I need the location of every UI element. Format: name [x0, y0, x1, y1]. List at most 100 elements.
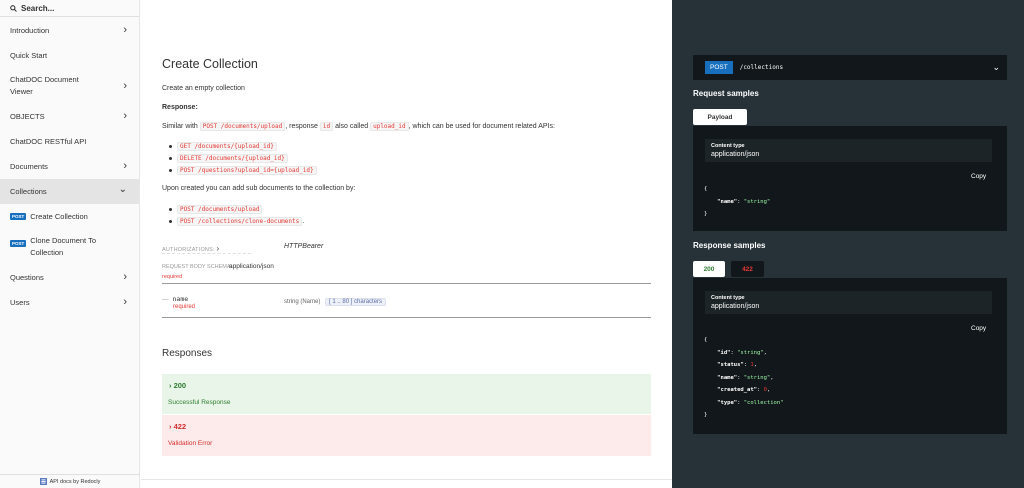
request-code-box: Content type application/json Copy { "na… — [693, 126, 1007, 231]
endpoint-path: /collections — [739, 64, 784, 71]
field-required: required — [173, 304, 196, 310]
json-key: "created_at" — [717, 387, 757, 393]
chevron-right-icon: › — [123, 160, 127, 172]
sidebar-item-label: Documents — [10, 162, 48, 171]
response-code: › 422 — [169, 422, 186, 431]
divider — [141, 479, 672, 480]
sidebar-item-label: Quick Start — [10, 51, 48, 60]
sidebar-item-restful-api[interactable]: ChatDOC RESTful API — [0, 129, 139, 154]
sidebar-item-users[interactable]: Users › — [0, 290, 139, 315]
chevron-right-icon: › — [123, 296, 127, 308]
list-item: POST /questions?upload_id={upload_id} — [169, 164, 317, 176]
response-samples-title: Response samples — [693, 241, 766, 250]
field-range: [ 1 .. 80 ] characters — [325, 298, 387, 306]
sidebar-item-label: Users — [10, 298, 30, 307]
sidebar-item-label: ChatDOC Document Viewer — [10, 75, 79, 96]
sidebar-subitem-label: Clone Document To Collection — [30, 236, 96, 257]
tab-payload[interactable]: Payload — [693, 109, 747, 125]
response-200[interactable]: › 200 Successful Response — [162, 374, 651, 414]
json-value: "collection" — [743, 399, 784, 406]
search-input[interactable]: Search... — [21, 4, 54, 13]
authorizations-value: HTTPBearer — [284, 243, 324, 250]
copy-button[interactable]: Copy — [971, 173, 986, 180]
inline-code: upload_id — [370, 122, 409, 131]
sidebar: Search... Introduction › Quick Start Cha… — [0, 0, 140, 488]
redocly-footer-link[interactable]: API docs by Redocly — [0, 474, 140, 488]
json-key: "name" — [717, 374, 738, 381]
divider — [162, 253, 251, 254]
sidebar-item-label: Questions — [10, 273, 44, 282]
sidebar-item-introduction[interactable]: Introduction › — [0, 18, 139, 43]
sidebar-item-documents[interactable]: Documents › — [0, 154, 139, 179]
sidebar-item-quick-start[interactable]: Quick Start — [0, 43, 139, 68]
json-key: "id" — [717, 349, 731, 356]
api-list: GET /documents/{upload_id} DELETE /docum… — [169, 140, 317, 176]
response-desc: Validation Error — [168, 440, 213, 447]
inline-code: GET /documents/{upload_id} — [177, 141, 277, 151]
json-brace: { — [704, 337, 708, 343]
search-icon — [10, 4, 17, 12]
authorizations-label[interactable]: AUTHORIZATIONS: › — [162, 244, 219, 253]
content-type-value: application/json — [711, 151, 760, 158]
similar-text: , response — [285, 123, 318, 130]
chevron-right-icon: › — [123, 24, 127, 36]
sidebar-item-label: Introduction — [10, 26, 50, 35]
inline-code: DELETE /documents/{upload_id} — [177, 153, 288, 163]
schema-value: application/json — [229, 263, 274, 270]
redocly-footer-text: API docs by Redocly — [49, 478, 101, 485]
sidebar-subitem-create-collection[interactable]: POST Create Collection — [0, 204, 139, 229]
json-value: "string" — [737, 349, 764, 356]
upon-created-text: Upon created you can add sub documents t… — [162, 185, 356, 192]
sidebar-item-questions[interactable]: Questions › — [0, 265, 139, 290]
inline-code: POST /documents/upload — [199, 122, 286, 131]
endpoint-selector[interactable]: POST /collections ⌄ — [693, 55, 1007, 80]
sidebar-item-document-viewer[interactable]: ChatDOC Document Viewer › — [0, 68, 139, 104]
tree-connector-icon: — — [162, 296, 169, 303]
response-code-box: Content type application/json Copy { "id… — [693, 278, 1007, 434]
response-label: Response: — [162, 104, 198, 111]
post-method-badge: POST — [10, 213, 27, 220]
field-name-text: name — [172, 295, 189, 303]
responses-title: Responses — [162, 348, 213, 359]
chevron-right-icon: › — [216, 244, 220, 253]
post-method-badge: POST — [705, 61, 733, 74]
response-desc: Successful Response — [168, 399, 231, 406]
samples-panel: POST /collections ⌄ Request samples Payl… — [672, 0, 1024, 488]
json-brace: } — [704, 211, 708, 217]
divider — [162, 283, 651, 284]
response-code-text: 200 — [173, 381, 187, 390]
inline-code: POST /questions?upload_id={upload_id} — [177, 165, 317, 175]
divider — [162, 317, 651, 318]
content-type-value: application/json — [711, 303, 760, 310]
response-422[interactable]: › 422 Validation Error — [162, 415, 651, 456]
sidebar-item-label: Collections — [10, 187, 47, 196]
request-samples-title: Request samples — [693, 89, 759, 98]
tab-response-422[interactable]: 422 — [731, 261, 764, 277]
required-label: required — [162, 274, 183, 280]
field-name: — name — [162, 295, 188, 303]
tab-response-200[interactable]: 200 — [693, 261, 725, 277]
json-key: "name" — [717, 198, 738, 205]
list-suffix: . — [302, 217, 305, 225]
response-code: › 200 — [169, 381, 186, 390]
sidebar-item-label: OBJECTS — [10, 112, 45, 121]
content-type-box: Content type application/json — [705, 291, 992, 314]
copy-button[interactable]: Copy — [971, 325, 986, 332]
similar-paragraph: Similar with POST /documents/upload, res… — [162, 122, 555, 131]
schema-label: REQUEST BODY SCHEMA: — [162, 264, 233, 270]
content-type-label: Content type — [711, 143, 745, 149]
chevron-right-icon: › — [123, 110, 127, 122]
chevron-down-icon: ⌄ — [992, 62, 1000, 72]
main-content: Create Collection Create an empty collec… — [141, 0, 672, 488]
search-box[interactable]: Search... — [0, 0, 139, 17]
redocly-logo-icon — [39, 478, 47, 485]
chevron-right-icon: › — [169, 381, 172, 390]
list-item: DELETE /documents/{upload_id} — [169, 152, 317, 164]
inline-code: POST /collections/clone-documents — [177, 216, 303, 226]
response-json: { "id": "string", "status": 1, "name": "… — [704, 337, 784, 418]
sidebar-item-collections[interactable]: Collections ⌄ — [0, 179, 139, 204]
field-type-text: string (Name) — [284, 299, 321, 305]
json-brace: { — [704, 186, 708, 192]
sidebar-subitem-clone-document[interactable]: POST Clone Document To Collection — [0, 229, 139, 265]
sidebar-item-objects[interactable]: OBJECTS › — [0, 104, 139, 129]
